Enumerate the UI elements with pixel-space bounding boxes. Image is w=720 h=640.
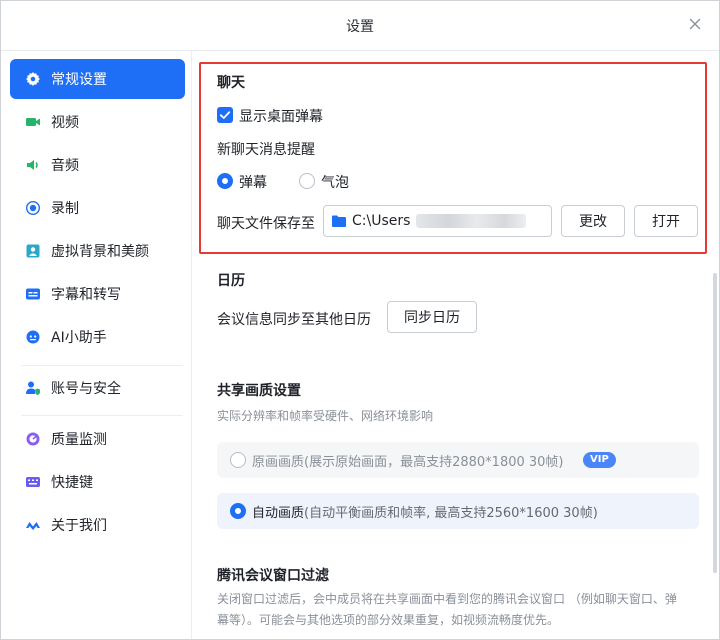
- sidebar-item-label: 音频: [51, 158, 79, 174]
- auto-quality-option[interactable]: 自动画质(自动平衡画质和帧率, 最高支持2560*1600 30帧): [217, 493, 699, 529]
- show-danmaku-label[interactable]: 显示桌面弹幕: [239, 106, 323, 126]
- gear-icon: [26, 72, 40, 86]
- close-icon[interactable]: [685, 14, 705, 34]
- danmaku-radio-label[interactable]: 弹幕: [239, 172, 267, 192]
- option-desc: (展示原始画面，最高支持2880*1800 30帧): [304, 455, 564, 470]
- bubble-radio-label[interactable]: 气泡: [321, 172, 349, 192]
- sidebar-item-label: 视频: [51, 115, 79, 131]
- keyboard-icon: [26, 477, 40, 487]
- sidebar-item-general[interactable]: 常规设置: [10, 59, 185, 99]
- save-path-value: C:\Users: [352, 213, 411, 229]
- show-danmaku-checkbox[interactable]: [217, 107, 233, 123]
- vip-badge: VIP: [583, 452, 616, 468]
- window-filter-title: 腾讯会议窗口过滤: [217, 568, 329, 584]
- sidebar-item-virtual-background[interactable]: 虚拟背景和美颜: [10, 231, 185, 271]
- title-bar: 设置: [1, 1, 719, 51]
- original-quality-option[interactable]: 原画画质(展示原始画面，最高支持2880*1800 30帧) VIP: [217, 442, 699, 478]
- sidebar-item-label: AI小助手: [51, 330, 107, 346]
- danmaku-radio[interactable]: [217, 173, 233, 189]
- quality-monitor-icon: [26, 432, 40, 446]
- sidebar-item-account-security[interactable]: 账号与安全: [10, 368, 185, 408]
- save-path-field[interactable]: C:\Users: [323, 205, 552, 237]
- sidebar-divider: [21, 415, 183, 416]
- option-desc: (自动平衡画质和帧率, 最高支持2560*1600 30帧): [304, 506, 598, 521]
- ai-assistant-icon: [26, 330, 40, 344]
- sidebar-item-video[interactable]: 视频: [10, 102, 185, 142]
- sidebar-divider: [21, 365, 183, 366]
- option-name: 原画画质: [252, 455, 305, 470]
- sidebar-item-label: 关于我们: [51, 518, 107, 534]
- original-quality-text: 原画画质(展示原始画面，最高支持2880*1800 30帧): [252, 451, 564, 470]
- option-name: 自动画质: [252, 506, 305, 521]
- portrait-icon: [26, 244, 40, 258]
- auto-quality-text: 自动画质(自动平衡画质和帧率, 最高支持2560*1600 30帧): [252, 502, 598, 521]
- save-path-label: 聊天文件保存至: [217, 216, 315, 232]
- sidebar-item-label: 账号与安全: [51, 381, 121, 397]
- share-quality-title: 共享画质设置: [217, 383, 301, 399]
- calendar-sync-label: 会议信息同步至其他日历: [217, 312, 371, 328]
- change-path-button[interactable]: 更改: [561, 205, 625, 237]
- window-filter-description: 关闭窗口过滤后，会中成员将在共享画面中看到您的腾讯会议窗口 （例如聊天窗口、弹幕…: [217, 592, 677, 627]
- sidebar-item-about[interactable]: 关于我们: [10, 505, 185, 545]
- redacted-path: [416, 214, 527, 228]
- content-scrollbar[interactable]: [713, 273, 717, 573]
- settings-content: 聊天 显示桌面弹幕 新聊天消息提醒 弹幕 气泡 聊天文件保存至 C:\Users…: [192, 51, 719, 639]
- sidebar-item-record[interactable]: 录制: [10, 188, 185, 228]
- sidebar-item-subtitles[interactable]: 字幕和转写: [10, 274, 185, 314]
- settings-window: 设置 常规设置 视频 音频 录制 虚拟背景和美颜 字幕和转写 AI小助手 账号与…: [0, 0, 720, 640]
- account-security-icon: [26, 381, 40, 395]
- sidebar-item-label: 质量监测: [51, 432, 107, 448]
- sidebar-item-audio[interactable]: 音频: [10, 145, 185, 185]
- original-quality-radio[interactable]: [230, 452, 246, 468]
- auto-quality-radio[interactable]: [230, 503, 246, 519]
- sidebar-item-label: 快捷键: [51, 475, 93, 491]
- share-quality-subtitle: 实际分辨率和帧率受硬件、网络环境影响: [217, 409, 434, 423]
- video-camera-icon: [26, 118, 40, 126]
- record-icon: [25, 200, 41, 216]
- sidebar-item-quality-monitor[interactable]: 质量监测: [10, 419, 185, 459]
- open-folder-button[interactable]: 打开: [634, 205, 698, 237]
- about-logo-icon: [26, 522, 40, 530]
- folder-icon: [332, 215, 346, 227]
- sidebar-item-label: 录制: [51, 201, 79, 217]
- chat-section-title: 聊天: [217, 75, 245, 91]
- sidebar-item-label: 字幕和转写: [51, 287, 121, 303]
- sync-calendar-button[interactable]: 同步日历: [387, 301, 477, 333]
- sidebar-item-ai-assistant[interactable]: AI小助手: [10, 317, 185, 357]
- checkmark-icon: [219, 111, 231, 119]
- sidebar-item-shortcuts[interactable]: 快捷键: [10, 462, 185, 502]
- bubble-radio[interactable]: [299, 173, 315, 189]
- sidebar-item-label: 虚拟背景和美颜: [51, 244, 149, 260]
- new-message-alert-label: 新聊天消息提醒: [217, 142, 315, 158]
- speaker-icon: [27, 160, 38, 170]
- calendar-section-title: 日历: [217, 273, 245, 289]
- window-title: 设置: [346, 19, 374, 35]
- subtitles-icon: [26, 288, 40, 300]
- sidebar-item-label: 常规设置: [51, 72, 107, 88]
- sidebar: 常规设置 视频 音频 录制 虚拟背景和美颜 字幕和转写 AI小助手 账号与安全 …: [1, 51, 192, 639]
